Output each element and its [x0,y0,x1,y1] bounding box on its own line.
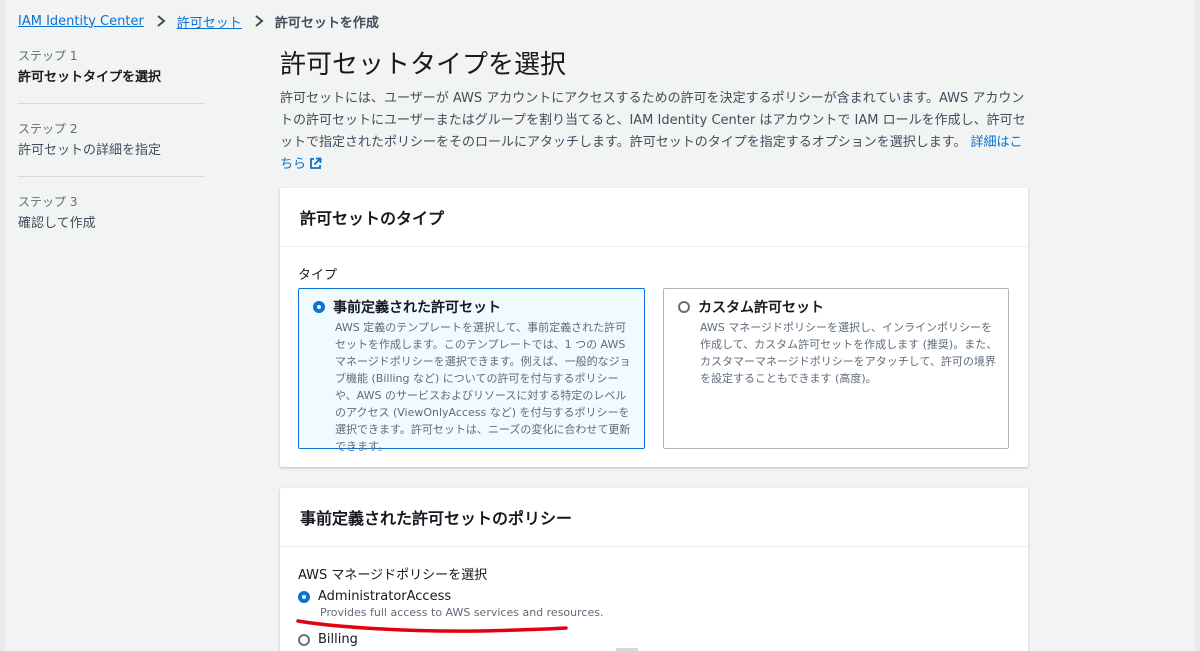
policy-field-label: AWS マネージドポリシーを選択 [298,568,488,583]
tile-custom-permission-set[interactable]: カスタム許可セット AWS マネージドポリシーを選択し、インラインポリシーを作成… [663,288,1009,449]
breadcrumb-current: 許可セットを作成 [274,15,379,31]
radio-checked-icon[interactable] [298,590,310,603]
predefined-policy-panel: 事前定義された許可セットのポリシー AWS マネージドポリシーを選択 Admin… [280,488,1028,651]
step-number: ステップ 1 [18,49,78,63]
policy-option-billing[interactable]: Billing [298,632,358,647]
tile-description: AWS 定義のテンプレートを選択して、事前定義された許可セットを作成します。この… [335,321,631,453]
external-link-icon [310,157,322,169]
policy-name: AdministratorAccess [318,589,452,604]
policy-option-row: AdministratorAccess [298,589,603,604]
step-number: ステップ 3 [18,195,78,209]
tile-title: 事前定義された許可セット [333,300,501,316]
tile-predefined-permission-set[interactable]: 事前定義された許可セット AWS 定義のテンプレートを選択して、事前定義された許… [298,288,645,453]
page-title: 許可セットタイプを選択 [280,50,567,80]
policy-option-administratoraccess[interactable]: AdministratorAccess Provides full access… [298,589,603,619]
wizard-step-2[interactable]: ステップ 2 許可セットの詳細を指定 [18,121,205,177]
wizard-step-1[interactable]: ステップ 1 許可セットタイプを選択 [18,48,205,104]
wizard-step-3[interactable]: ステップ 3 確認して作成 [18,194,205,249]
policy-name: Billing [318,632,358,647]
breadcrumb-link-permission-sets[interactable]: 許可セット [177,12,242,31]
chevron-right-icon [255,15,264,27]
panel-header: 事前定義された許可セットのポリシー [280,488,1028,547]
panel-heading: 許可セットのタイプ [300,209,445,228]
description-text: 許可セットには、ユーザーが AWS アカウントにアクセスするための許可を決定する… [280,91,1026,150]
breadcrumb-link-iam-identity-center[interactable]: IAM Identity Center [18,14,144,29]
step-title: 確認して作成 [18,216,96,231]
type-field-label: タイプ [298,268,338,283]
policy-description: Provides full access to AWS services and… [320,606,604,619]
step-number: ステップ 2 [18,122,78,136]
wizard-steps: ステップ 1 許可セットタイプを選択 ステップ 2 許可セットの詳細を指定 ステ… [18,48,205,266]
step-title: 許可セットの詳細を指定 [18,143,162,158]
tile-title-row: カスタム許可セット [678,297,998,317]
radio-checked-icon[interactable] [313,301,325,313]
radio-unchecked-icon[interactable] [298,633,310,646]
panel-heading: 事前定義された許可セットのポリシー [300,509,573,528]
tile-title: カスタム許可セット [698,300,824,316]
page-description: 許可セットには、ユーザーが AWS アカウントにアクセスするための許可を決定する… [280,88,1028,176]
policy-option-row: Billing [298,632,358,647]
radio-unchecked-icon[interactable] [678,301,690,313]
main-content: 許可セットタイプを選択 許可セットには、ユーザーが AWS アカウントにアクセス… [280,46,1030,176]
tile-description: AWS マネージドポリシーを選択し、インラインポリシーを作成して、カスタム許可セ… [700,321,998,385]
step-title: 許可セットタイプを選択 [18,70,162,85]
tile-title-row: 事前定義された許可セット [313,297,634,317]
app-frame: IAM Identity Center 許可セット 許可セットを作成 ステップ … [6,0,1194,651]
panel-header: 許可セットのタイプ [280,188,1028,247]
chevron-right-icon [157,15,166,27]
breadcrumb: IAM Identity Center 許可セット 許可セットを作成 [18,10,379,32]
permission-set-type-panel: 許可セットのタイプ タイプ 事前定義された許可セット AWS 定義のテンプレート… [280,188,1028,467]
